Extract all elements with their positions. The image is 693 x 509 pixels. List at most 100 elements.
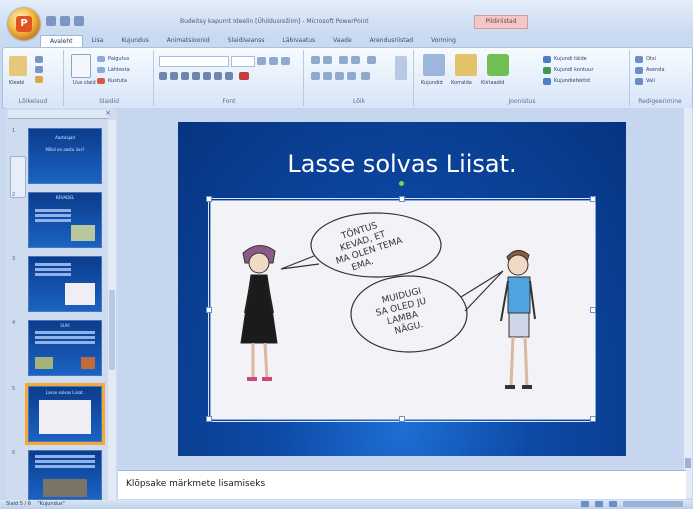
tab-avaleht[interactable]: Avaleht bbox=[40, 35, 83, 47]
notes-placeholder[interactable]: Klõpsake märkmete lisamiseks bbox=[126, 479, 265, 489]
undo-icon[interactable] bbox=[60, 16, 70, 26]
paste-icon[interactable] bbox=[9, 56, 27, 76]
select-label[interactable]: Vali bbox=[646, 78, 655, 84]
shadow-icon[interactable] bbox=[203, 72, 211, 80]
office-button[interactable]: P bbox=[8, 8, 40, 40]
delete-label[interactable]: Kustuta bbox=[108, 78, 127, 84]
quick-styles-icon[interactable] bbox=[487, 54, 509, 76]
reset-label[interactable]: Lähtesta bbox=[108, 67, 130, 73]
slide-thumbnail-selected[interactable]: Lasse solvas Liisat. bbox=[25, 383, 105, 445]
shape-effects-icon[interactable] bbox=[543, 78, 551, 85]
slide-thumbnail[interactable] bbox=[28, 256, 102, 312]
text-direction-icon[interactable] bbox=[395, 56, 407, 80]
grow-font-icon[interactable] bbox=[257, 57, 266, 65]
reset-icon[interactable] bbox=[97, 67, 105, 73]
select-icon[interactable] bbox=[635, 78, 643, 85]
layout-label[interactable]: Paigutus bbox=[108, 56, 129, 62]
bold-icon[interactable] bbox=[159, 72, 167, 80]
tab-slaidiseanss[interactable]: Slaidiseanss bbox=[219, 35, 274, 47]
slide-thumbnail[interactable] bbox=[28, 450, 102, 500]
resize-handle[interactable] bbox=[590, 416, 596, 422]
underline-icon[interactable] bbox=[181, 72, 189, 80]
resize-handle[interactable] bbox=[399, 196, 405, 202]
font-size-combo[interactable] bbox=[231, 56, 255, 67]
layout-icon[interactable] bbox=[97, 56, 105, 62]
thumbnail-number: 2 bbox=[12, 192, 16, 198]
numbering-icon[interactable] bbox=[323, 56, 332, 64]
resize-handle[interactable] bbox=[206, 416, 212, 422]
slide-canvas[interactable]: Lasse solvas Liisat. TÕNTUS KEVAD, ET MA… bbox=[178, 122, 626, 456]
arrange-icon[interactable] bbox=[455, 54, 477, 76]
replace-icon[interactable] bbox=[635, 67, 643, 74]
font-group-label: Font bbox=[222, 98, 236, 105]
main-scrollbar[interactable] bbox=[684, 108, 692, 498]
align-center-icon[interactable] bbox=[323, 72, 332, 80]
scrollbar-arrow-icon[interactable] bbox=[685, 458, 691, 468]
group-editing: Otsi Asenda Vali Redigeerimine bbox=[631, 50, 689, 106]
tab-labivaatus[interactable]: Läbivaatus bbox=[273, 35, 324, 47]
slide-title[interactable]: Lasse solvas Liisat. bbox=[178, 150, 626, 178]
italic-icon[interactable] bbox=[170, 72, 178, 80]
cut-icon[interactable] bbox=[35, 56, 43, 63]
resize-handle[interactable] bbox=[399, 416, 405, 422]
close-icon[interactable]: × bbox=[105, 109, 111, 117]
clear-format-icon[interactable] bbox=[281, 57, 290, 65]
slides-pane-tabs[interactable] bbox=[8, 110, 108, 119]
resize-handle[interactable] bbox=[206, 307, 212, 313]
shape-fill-label[interactable]: Kujundi täide bbox=[554, 56, 587, 62]
shape-effects-label[interactable]: Kujundiefektid bbox=[554, 78, 590, 84]
align-right-icon[interactable] bbox=[335, 72, 344, 80]
shape-outline-icon[interactable] bbox=[543, 67, 551, 74]
font-color-icon[interactable] bbox=[239, 72, 249, 80]
rotation-handle[interactable] bbox=[399, 181, 404, 186]
shrink-font-icon[interactable] bbox=[269, 57, 278, 65]
bullets-icon[interactable] bbox=[311, 56, 320, 64]
slideshow-icon[interactable] bbox=[609, 501, 617, 507]
strikethrough-icon[interactable] bbox=[192, 72, 200, 80]
thumbnail-picture bbox=[81, 357, 95, 369]
notes-pane[interactable]: Klõpsake märkmete lisamiseks bbox=[118, 470, 686, 499]
tab-arendusriistad[interactable]: Arendusriistad bbox=[361, 35, 422, 47]
find-label[interactable]: Otsi bbox=[646, 56, 656, 62]
redo-icon[interactable] bbox=[74, 16, 84, 26]
shape-outline-label[interactable]: Kujundi kontuur bbox=[554, 67, 593, 73]
picture-tools-context-tab[interactable]: Pildiriistad bbox=[474, 15, 528, 29]
thumbnail-title: KEVADEL bbox=[55, 195, 75, 200]
resize-handle[interactable] bbox=[590, 307, 596, 313]
zoom-slider[interactable] bbox=[623, 501, 683, 507]
slide-thumbnail[interactable]: KEVADEL bbox=[28, 192, 102, 248]
format-painter-icon[interactable] bbox=[35, 76, 43, 83]
spacing-icon[interactable] bbox=[214, 72, 222, 80]
tab-lisa[interactable]: Lisa bbox=[83, 35, 113, 47]
tab-vaade[interactable]: Vaade bbox=[324, 35, 361, 47]
shape-fill-icon[interactable] bbox=[543, 56, 551, 63]
align-left-icon[interactable] bbox=[311, 72, 320, 80]
columns-icon[interactable] bbox=[361, 72, 370, 80]
justify-icon[interactable] bbox=[347, 72, 356, 80]
slides-pane-scrollbar[interactable] bbox=[108, 120, 116, 500]
decrease-indent-icon[interactable] bbox=[339, 56, 348, 64]
slide-thumbnail[interactable]: Aastaajad Millal on aasta ilus? bbox=[28, 128, 102, 184]
normal-view-icon[interactable] bbox=[581, 501, 589, 507]
shapes-icon[interactable] bbox=[423, 54, 445, 76]
tab-kujundus[interactable]: Kujundus bbox=[112, 35, 157, 47]
scrollbar-thumb[interactable] bbox=[109, 290, 115, 370]
replace-label[interactable]: Asenda bbox=[646, 67, 665, 73]
slide-sorter-icon[interactable] bbox=[595, 501, 603, 507]
delete-slide-icon[interactable] bbox=[97, 78, 105, 84]
drawing-picture[interactable]: TÕNTUS KEVAD, ET MA OLEN TEMA EMA. MUIDU… bbox=[210, 200, 596, 420]
font-name-combo[interactable] bbox=[159, 56, 229, 67]
group-clipboard: Kleebi Lõikelaud bbox=[3, 50, 64, 106]
increase-indent-icon[interactable] bbox=[351, 56, 360, 64]
find-icon[interactable] bbox=[635, 56, 643, 63]
new-slide-icon[interactable] bbox=[71, 54, 91, 78]
slide-thumbnail[interactable]: SUVI bbox=[28, 320, 102, 376]
tab-vorming[interactable]: Vorming bbox=[422, 35, 465, 47]
resize-handle[interactable] bbox=[590, 196, 596, 202]
line-spacing-icon[interactable] bbox=[367, 56, 376, 64]
resize-handle[interactable] bbox=[206, 196, 212, 202]
change-case-icon[interactable] bbox=[225, 72, 233, 80]
save-icon[interactable] bbox=[46, 16, 56, 26]
copy-icon[interactable] bbox=[35, 66, 43, 73]
tab-animatsioonid[interactable]: Animatsioonid bbox=[158, 35, 219, 47]
